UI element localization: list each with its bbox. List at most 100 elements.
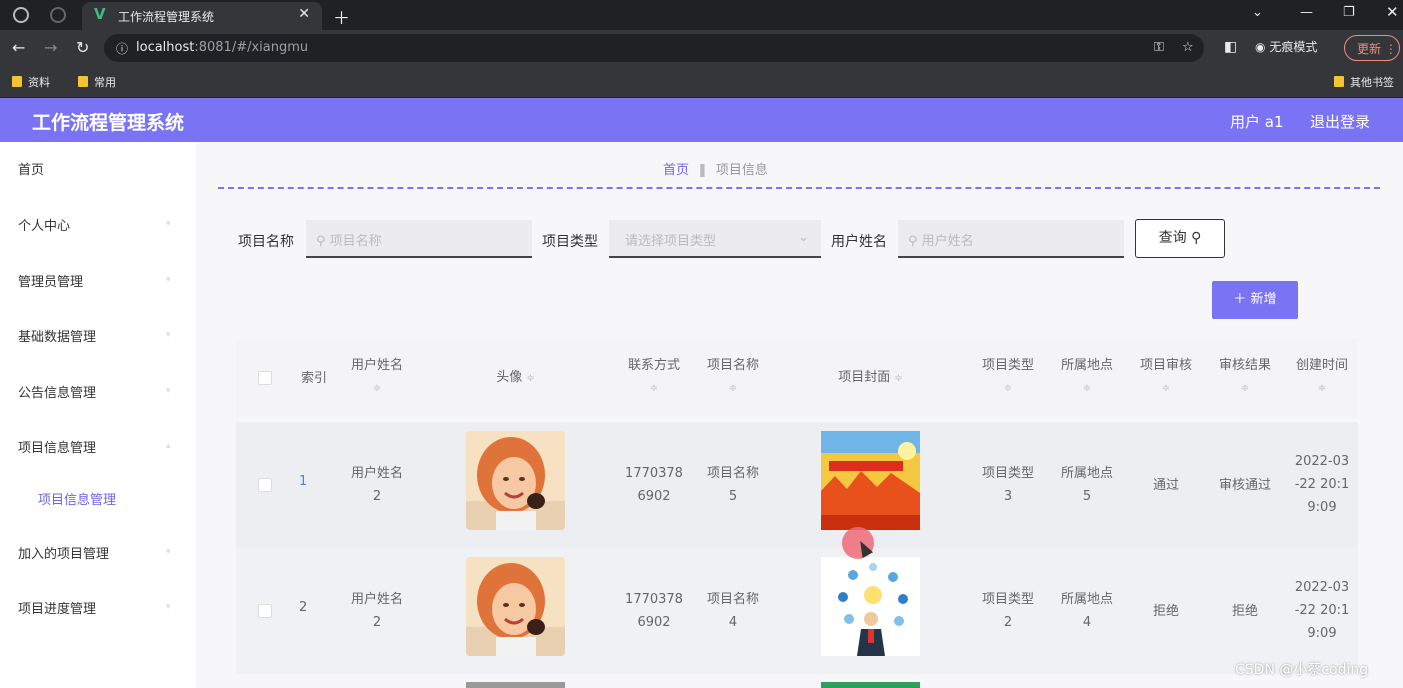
- sidebar-item-progress[interactable]: 项目进度管理: [18, 598, 96, 617]
- table-row[interactable]: 2 用户姓名 2 1770378 6902 项目名称 4 项目类型 2 所属地点 4 拒绝…: [236, 548, 1358, 674]
- sidebar-item-notice[interactable]: 公告信息管理: [18, 382, 96, 401]
- cell-user: 用户姓名 2: [350, 466, 403, 504]
- sidebar-item-home[interactable]: 首页: [18, 159, 44, 178]
- cell-name: 项目名称 5: [706, 466, 759, 504]
- query-button[interactable]: 查询 ⚲: [1135, 219, 1225, 258]
- sidebar-item-admin[interactable]: 管理员管理: [18, 271, 83, 290]
- col-name[interactable]: 项目名称 ≑: [694, 355, 772, 400]
- col-user[interactable]: 用户姓名 ≑: [336, 355, 418, 400]
- logout-button[interactable]: 退出登录: [1310, 111, 1370, 132]
- folder-icon: [78, 76, 88, 87]
- col-contact[interactable]: 联系方式 ≑: [614, 355, 694, 400]
- table-header: 索引 用户姓名 ≑ 头像 ≑ 联系方式 ≑ 项目名称 ≑ 项目封面 ≑ 项目类型 ≑ 所…: [236, 338, 1358, 418]
- breadcrumb-home[interactable]: 首页: [663, 163, 689, 178]
- other-bookmarks[interactable]: 其他书签: [1334, 74, 1394, 90]
- back-icon[interactable]: ←: [12, 38, 25, 57]
- row-index: 1: [299, 474, 308, 489]
- forward-icon[interactable]: →: [44, 38, 57, 57]
- chevron-down-icon: ▾: [166, 275, 171, 285]
- table-row[interactable]: 1 用户姓名 2 1770378 6902 项目名称 5 项目类型 3 所属地点 5 通过…: [236, 422, 1358, 548]
- cell-place: 所属地点 5: [1060, 466, 1113, 504]
- project-type-select[interactable]: 请选择项目类型 ⌄: [609, 220, 821, 258]
- col-place[interactable]: 所属地点 ≑: [1048, 355, 1126, 400]
- sidebar-item-project[interactable]: 项目信息管理: [18, 437, 96, 456]
- cell-contact: 1770378 6902: [625, 466, 683, 504]
- col-audit[interactable]: 项目审核 ≑: [1126, 355, 1206, 400]
- col-created[interactable]: 创建时间 ≑: [1284, 355, 1360, 400]
- row-checkbox[interactable]: [258, 604, 272, 618]
- main-content: 首页 ❚ 项目信息 项目名称 ⚲ 项目名称 项目类型 请选择项目类型 ⌄ 用户姓名 ⚲…: [196, 142, 1403, 688]
- breadcrumb: 首页 ❚ 项目信息: [663, 159, 768, 178]
- avatar: [466, 557, 565, 656]
- avatar: [466, 431, 565, 530]
- current-user: 用户 a1: [1230, 113, 1284, 131]
- sort-icon: ≑: [894, 373, 903, 384]
- col-type[interactable]: 项目类型 ≑: [968, 355, 1048, 400]
- sidebar-item-joined-project[interactable]: 加入的项目管理: [18, 543, 109, 562]
- chevron-down-icon[interactable]: ⌄: [1252, 5, 1263, 20]
- watermark: CSDN @小蔡coding: [1235, 662, 1369, 678]
- cell-created: 2022-03 -22 20:1 9:09: [1294, 580, 1350, 641]
- restore-icon[interactable]: ❐: [1343, 5, 1355, 20]
- url-text: localhost:8081/#/xiangmu: [136, 40, 309, 55]
- search-icon: ⚲: [908, 234, 922, 249]
- star-icon[interactable]: ☆: [1182, 40, 1194, 55]
- cell-audit: 通过: [1152, 478, 1179, 493]
- chrome-circle-icon[interactable]: [50, 7, 66, 23]
- avatar: [466, 682, 565, 688]
- folder-icon: [12, 76, 22, 87]
- cell-type: 项目类型 3: [981, 466, 1034, 504]
- vue-logo-icon: V: [94, 5, 106, 23]
- breadcrumb-current: 项目信息: [715, 163, 768, 178]
- bookmark-folder[interactable]: 资料: [12, 74, 50, 90]
- url-input[interactable]: ⓘ localhost:8081/#/xiangmu ⚿ ☆: [104, 34, 1204, 62]
- row-checkbox[interactable]: [258, 478, 272, 492]
- sidebar: 首页 个人中心 ▾ 管理员管理 ▾ 基础数据管理 ▾ 公告信息管理 ▾ 项目信息…: [0, 142, 196, 688]
- app-header: 工作流程管理系统 用户 a1 退出登录: [0, 98, 1403, 142]
- key-icon[interactable]: ⚿: [1154, 40, 1164, 55]
- chrome-circle-icon[interactable]: [13, 7, 29, 23]
- sidebar-subitem-project[interactable]: 项目信息管理: [38, 489, 116, 508]
- sort-icon: ≑: [1161, 383, 1171, 394]
- reload-icon[interactable]: ↻: [76, 38, 89, 57]
- search-type-label: 项目类型: [542, 234, 598, 250]
- browser-tab-bar: V 工作流程管理系统 ✕ ＋ ⌄ — ❐ ✕: [0, 0, 1403, 30]
- sidebar-icon[interactable]: ◧: [1224, 39, 1237, 55]
- chevron-down-icon: ⌄: [798, 230, 809, 245]
- chevron-down-icon: ▾: [166, 330, 171, 340]
- select-all-checkbox[interactable]: [258, 371, 272, 385]
- update-button[interactable]: 更新 ⋮: [1344, 35, 1400, 61]
- sidebar-item-profile[interactable]: 个人中心: [18, 215, 70, 234]
- sort-icon: ≑: [526, 373, 535, 384]
- cell-created: 2022-03 -22 20:1 9:09: [1294, 454, 1350, 515]
- bookmark-folder[interactable]: 常用: [78, 74, 116, 90]
- cell-audit: 拒绝: [1152, 604, 1179, 619]
- info-icon[interactable]: ⓘ: [116, 40, 128, 57]
- cell-name: 项目名称 4: [706, 592, 759, 630]
- col-cover[interactable]: 项目封面 ≑: [821, 367, 920, 390]
- app-title: 工作流程管理系统: [32, 112, 185, 134]
- project-name-input[interactable]: ⚲ 项目名称: [306, 220, 532, 258]
- new-tab-icon[interactable]: ＋: [333, 4, 350, 29]
- close-window-icon[interactable]: ✕: [1386, 3, 1399, 21]
- sort-icon: ≑: [1317, 383, 1327, 394]
- col-result[interactable]: 审核结果 ≑: [1206, 355, 1284, 400]
- search-name-label: 项目名称: [238, 234, 294, 250]
- sort-icon: ≑: [649, 383, 659, 394]
- cell-result: 审核通过: [1218, 478, 1271, 493]
- project-cover-image: [821, 682, 920, 688]
- cell-result: 拒绝: [1231, 604, 1258, 619]
- sort-icon: ≑: [1082, 383, 1092, 394]
- add-button[interactable]: ＋ 新增: [1212, 281, 1298, 319]
- minimize-icon[interactable]: —: [1300, 5, 1313, 20]
- browser-tab[interactable]: V 工作流程管理系统 ✕: [82, 2, 322, 30]
- sidebar-item-base-data[interactable]: 基础数据管理: [18, 326, 96, 345]
- breadcrumb-separator-icon: ❚: [697, 163, 708, 178]
- sort-icon: ≑: [372, 383, 382, 394]
- user-name-input[interactable]: ⚲ 用户姓名: [898, 220, 1124, 258]
- col-avatar[interactable]: 头像 ≑: [466, 367, 565, 390]
- close-icon[interactable]: ✕: [298, 6, 310, 22]
- folder-icon: [1334, 76, 1344, 87]
- chevron-down-icon: ▾: [166, 602, 171, 612]
- incognito-indicator[interactable]: ◉ 无痕模式: [1255, 38, 1317, 55]
